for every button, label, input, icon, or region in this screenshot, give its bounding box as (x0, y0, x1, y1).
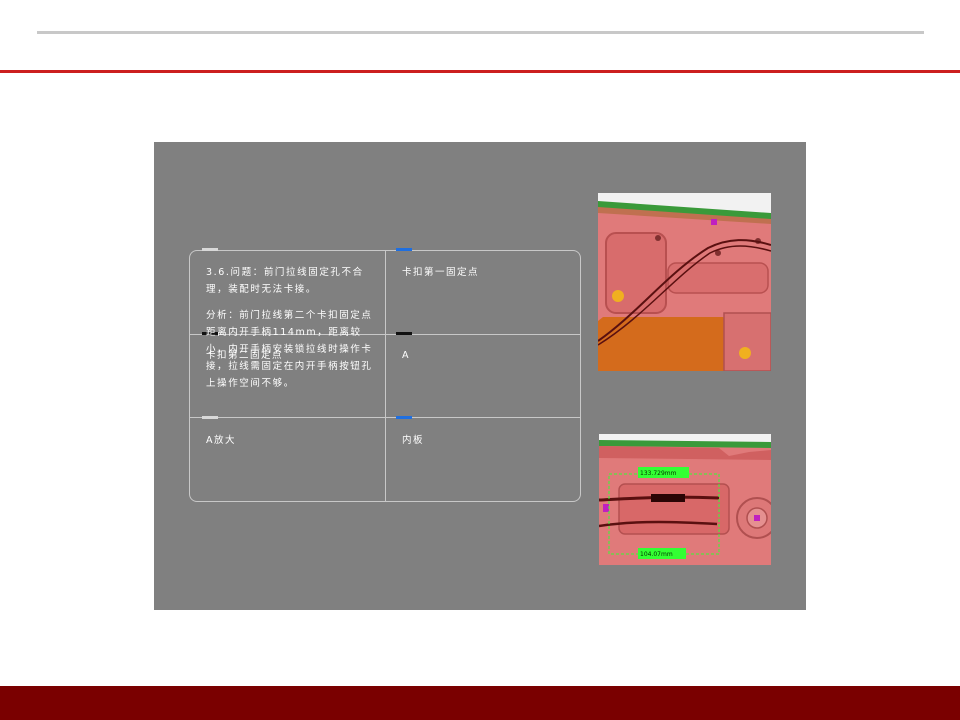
table-column-divider (385, 250, 386, 502)
door-panel-photo (598, 193, 771, 371)
cell-a-zoom: A放大 (206, 435, 236, 446)
table-tick (202, 416, 218, 419)
table-tick (396, 248, 412, 251)
zoom-detail-photo: 133.729mm 104.07mm (599, 434, 771, 565)
cell-first-fix-point: 卡扣第一固定点 (402, 267, 480, 278)
door-panel-illustration (598, 193, 771, 371)
table-tick (396, 416, 412, 419)
zoom-detail-illustration: 133.729mm 104.07mm (599, 434, 771, 565)
cell-inner-panel: 内板 (402, 435, 425, 446)
footer-bar (0, 686, 960, 720)
cell-a: A (402, 350, 410, 361)
analysis-text: 分析：前门拉线第二个卡扣固定点距离内开手柄114mm，距离较小，内开手柄安装锁拉… (206, 310, 373, 389)
table-row-divider-2 (189, 417, 581, 418)
problem-description: 3.6.问题：前门拉线固定孔不合理，装配时无法卡接。 分析：前门拉线第二个卡扣固… (206, 264, 376, 401)
dimension-label-top: 133.729mm (640, 470, 677, 477)
problem-heading: 3.6.问题：前门拉线固定孔不合理，装配时无法卡接。 (206, 267, 364, 295)
header-red-rule (0, 70, 960, 73)
header-gray-rule (37, 31, 924, 34)
dimension-label-bottom: 104.07mm (640, 551, 673, 558)
table-tick (202, 248, 218, 251)
table-tick (396, 332, 412, 335)
